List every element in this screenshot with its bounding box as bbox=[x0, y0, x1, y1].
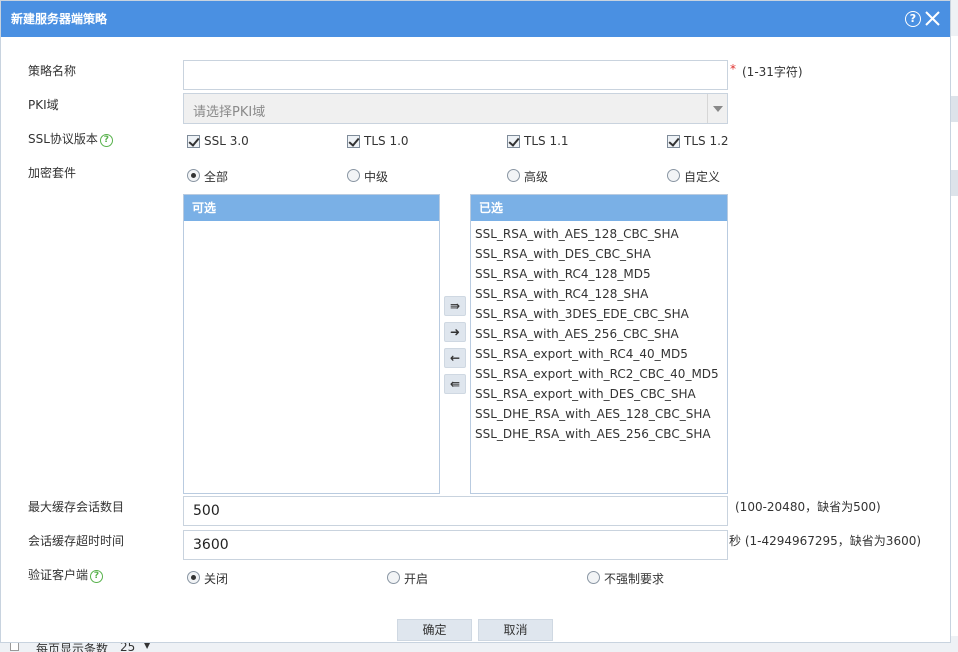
cipher-list-item[interactable]: SSL_RSA_with_DES_CBC_SHA bbox=[475, 244, 727, 264]
max-cache-label: 最大缓存会话数目 bbox=[28, 500, 125, 514]
background-bar bbox=[950, 96, 958, 122]
checkbox-checked-icon[interactable] bbox=[187, 135, 200, 148]
radio-icon[interactable] bbox=[387, 571, 400, 584]
background-checkbox[interactable] bbox=[10, 642, 19, 651]
cipher-list-item[interactable]: SSL_DHE_RSA_with_AES_256_CBC_SHA bbox=[475, 424, 727, 444]
cache-timeout-hint: 秒 (1-4294967295，缺省为3600) bbox=[729, 534, 922, 548]
policy-name-label: 策略名称 bbox=[28, 64, 77, 78]
cipher-list-item[interactable]: SSL_RSA_export_with_DES_CBC_SHA bbox=[475, 384, 727, 404]
available-list-header: 可选 bbox=[184, 195, 439, 221]
ok-button[interactable]: 确定 bbox=[397, 619, 472, 641]
move-all-right-button[interactable]: ⇛ bbox=[444, 296, 466, 316]
radio-label: 全部 bbox=[204, 170, 229, 184]
cipher-list-item[interactable]: SSL_RSA_with_RC4_128_SHA bbox=[475, 284, 727, 304]
radio-icon[interactable] bbox=[667, 169, 680, 182]
ssl-version-label-text: SSL协议版本 bbox=[28, 132, 98, 146]
checkbox-label: SSL 3.0 bbox=[204, 134, 249, 148]
pki-domain-label: PKI域 bbox=[28, 98, 59, 112]
cipher-list-item[interactable]: SSL_RSA_export_with_RC2_CBC_40_MD5 bbox=[475, 364, 727, 384]
radio-icon[interactable] bbox=[507, 169, 520, 182]
checkbox-label: TLS 1.1 bbox=[524, 134, 569, 148]
policy-name-input[interactable] bbox=[183, 60, 728, 90]
cancel-button[interactable]: 取消 bbox=[478, 619, 553, 641]
cipher-list-item[interactable]: SSL_RSA_with_RC4_128_MD5 bbox=[475, 264, 727, 284]
dialog-titlebar: 新建服务器端策略 ? bbox=[1, 1, 950, 37]
max-cache-input[interactable]: 500 bbox=[183, 496, 728, 526]
cache-timeout-label: 会话缓存超时时间 bbox=[28, 534, 125, 548]
ssl-version-label: SSL协议版本? bbox=[28, 130, 113, 147]
selected-list-header: 已选 bbox=[471, 195, 727, 221]
cipher-list-item[interactable]: SSL_RSA_export_with_RC4_40_MD5 bbox=[475, 344, 727, 364]
cipher-list-item[interactable]: SSL_RSA_with_AES_256_CBC_SHA bbox=[475, 324, 727, 344]
dialog-title: 新建服务器端策略 bbox=[11, 12, 108, 26]
pki-domain-placeholder: 请选择PKI域 bbox=[193, 105, 266, 120]
help-icon[interactable]: ? bbox=[99, 134, 113, 147]
radio-icon[interactable] bbox=[347, 169, 360, 182]
new-server-policy-dialog: 新建服务器端策略 ? 策略名称 * (1-31字符) PKI域 请选择PKI域 … bbox=[0, 0, 951, 643]
checkbox-checked-icon[interactable] bbox=[347, 135, 360, 148]
radio-label: 中级 bbox=[364, 170, 389, 184]
selected-list-items: SSL_RSA_with_AES_128_CBC_SHA SSL_RSA_with… bbox=[471, 221, 727, 444]
radio-label: 开启 bbox=[404, 572, 429, 586]
cache-timeout-input[interactable]: 3600 bbox=[183, 530, 728, 560]
selected-cipher-list[interactable]: 已选 SSL_RSA_with_AES_128_CBC_SHA SSL_RSA_w… bbox=[470, 194, 728, 494]
help-icon[interactable]: ? bbox=[905, 11, 921, 27]
radio-label: 关闭 bbox=[204, 572, 229, 586]
radio-label: 高级 bbox=[524, 170, 549, 184]
radio-label: 自定义 bbox=[684, 170, 721, 184]
max-cache-hint: (100-20480，缺省为500) bbox=[735, 500, 881, 514]
radio-selected-icon[interactable] bbox=[187, 169, 200, 182]
radio-selected-icon[interactable] bbox=[187, 571, 200, 584]
cipher-suite-label: 加密套件 bbox=[28, 166, 77, 180]
chevron-down-icon[interactable] bbox=[707, 94, 727, 123]
required-mark: * bbox=[730, 62, 736, 76]
radio-label: 不强制要求 bbox=[604, 572, 665, 586]
cipher-list-item[interactable]: SSL_DHE_RSA_with_AES_128_CBC_SHA bbox=[475, 404, 727, 424]
checkbox-label: TLS 1.0 bbox=[364, 134, 409, 148]
verify-client-label: 验证客户端? bbox=[28, 566, 104, 583]
checkbox-checked-icon[interactable] bbox=[667, 135, 680, 148]
available-list-items bbox=[184, 221, 439, 224]
background-bar bbox=[950, 170, 958, 196]
help-icon[interactable]: ? bbox=[90, 570, 104, 583]
background-page-edge bbox=[950, 36, 958, 636]
checkbox-checked-icon[interactable] bbox=[507, 135, 520, 148]
available-cipher-list[interactable]: 可选 bbox=[183, 194, 440, 494]
move-all-left-button[interactable]: ⇚ bbox=[444, 374, 466, 394]
cipher-list-item[interactable]: SSL_RSA_with_3DES_EDE_CBC_SHA bbox=[475, 304, 727, 324]
move-left-button[interactable]: ← bbox=[444, 348, 466, 368]
policy-name-hint: (1-31字符) bbox=[742, 65, 803, 79]
pki-domain-select[interactable]: 请选择PKI域 bbox=[183, 93, 728, 124]
cipher-list-item[interactable]: SSL_RSA_with_AES_128_CBC_SHA bbox=[475, 224, 727, 244]
radio-icon[interactable] bbox=[587, 571, 600, 584]
move-right-button[interactable]: ➜ bbox=[444, 322, 466, 342]
verify-client-label-text: 验证客户端 bbox=[28, 568, 89, 582]
close-icon[interactable] bbox=[923, 7, 943, 29]
checkbox-label: TLS 1.2 bbox=[684, 134, 729, 148]
